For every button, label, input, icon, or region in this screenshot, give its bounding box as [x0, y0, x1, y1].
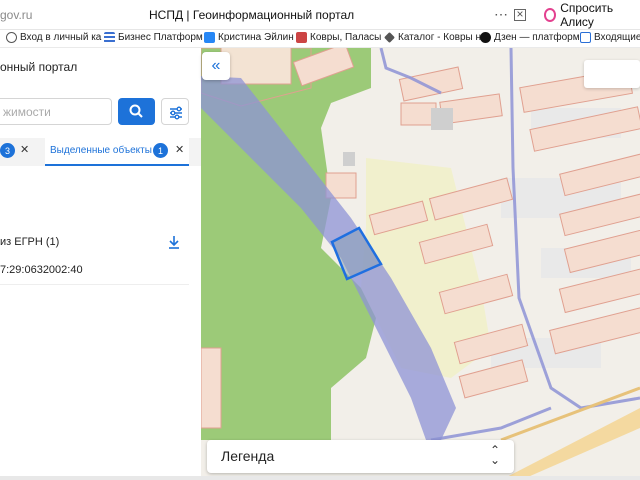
site-icon — [296, 32, 307, 43]
vk-icon — [204, 32, 215, 43]
download-icon[interactable] — [167, 234, 181, 250]
alice-icon — [544, 8, 557, 22]
tab-selected-objects[interactable]: Выделенные объекты 1 ✕ — [45, 138, 189, 166]
bookmark-label: Каталог - Ковры н — [398, 32, 481, 43]
search-button[interactable] — [118, 98, 155, 125]
bookmark-item[interactable]: Ковры, Паласы — [296, 32, 381, 43]
ask-alice-button[interactable]: Спросить Алису — [540, 1, 640, 29]
address-bar[interactable]: gov.ru — [0, 8, 32, 22]
results-tabs: 3 ✕ Выделенные объекты 1 ✕ — [0, 138, 201, 166]
bookmark-item[interactable]: Кристина Эйлин — [204, 32, 294, 43]
dzen-icon — [480, 32, 491, 43]
bookmark-label: Бизнес Платформ — [118, 32, 203, 43]
close-icon[interactable]: ✕ — [175, 143, 184, 156]
collapse-panel-button[interactable]: « — [202, 52, 230, 80]
bookmark-label: Ковры, Паласы — [310, 32, 382, 43]
bookmark-label: Входящие — [594, 32, 640, 43]
list-icon — [104, 32, 115, 43]
bookmarks-bar: Вход в личный ка Бизнес Платформ Кристин… — [0, 30, 640, 48]
bookmark-label: Вход в личный ка — [20, 32, 102, 43]
bottom-strip — [0, 476, 640, 480]
bookmark-label: Кристина Эйлин — [218, 32, 294, 43]
divider — [0, 284, 189, 285]
filter-button[interactable] — [161, 98, 189, 125]
bookmark-item[interactable]: Вход в личный ка — [6, 32, 101, 43]
more-icon[interactable]: ⋯ — [494, 6, 508, 23]
filter-icon — [170, 106, 182, 120]
cadastral-number[interactable]: 7:29:0632002:40 — [0, 264, 83, 276]
map-control[interactable] — [584, 60, 640, 88]
legend-label: Легенда — [221, 448, 275, 464]
tab-count-badge: 1 — [153, 143, 168, 158]
legend-dropdown[interactable]: Легенда ⌃ ⌄ — [207, 440, 514, 473]
tab-title: НСПД | Геоинформационный портал — [149, 8, 355, 22]
mail-icon — [580, 32, 591, 43]
bookmark-item[interactable]: Дзен — платформ — [480, 32, 580, 43]
search-icon — [129, 104, 143, 118]
bookmark-item[interactable]: Входящие — [580, 32, 640, 43]
browser-toolbar: gov.ru НСПД | Геоинформационный портал ⋯… — [0, 0, 640, 30]
tab-count-badge: 3 — [0, 143, 15, 158]
tag-icon — [384, 32, 395, 43]
ask-alice-label: Спросить Алису — [560, 1, 614, 29]
globe-icon — [6, 32, 17, 43]
bookmark-label: Дзен — платформ — [494, 32, 580, 43]
side-panel: онный портал жимости 3 ✕ Выделенные объе… — [0, 48, 201, 480]
map-canvas[interactable] — [201, 48, 640, 480]
sort-arrows-icon: ⌃ ⌄ — [490, 443, 501, 467]
search-input[interactable]: жимости — [0, 98, 112, 125]
double-chevron-left-icon: « — [211, 57, 221, 74]
close-icon[interactable]: × — [514, 8, 526, 21]
egrn-section-title: из ЕГРН (1) — [0, 236, 60, 248]
bookmark-item[interactable]: Каталог - Ковры н — [384, 32, 481, 43]
close-icon[interactable]: ✕ — [20, 143, 29, 156]
portal-title: онный портал — [0, 60, 78, 74]
map-layer — [201, 48, 640, 480]
screen: gov.ru НСПД | Геоинформационный портал ⋯… — [0, 0, 640, 480]
tab-label: Выделенные объекты — [50, 145, 152, 156]
bookmark-item[interactable]: Бизнес Платформ — [104, 32, 203, 43]
